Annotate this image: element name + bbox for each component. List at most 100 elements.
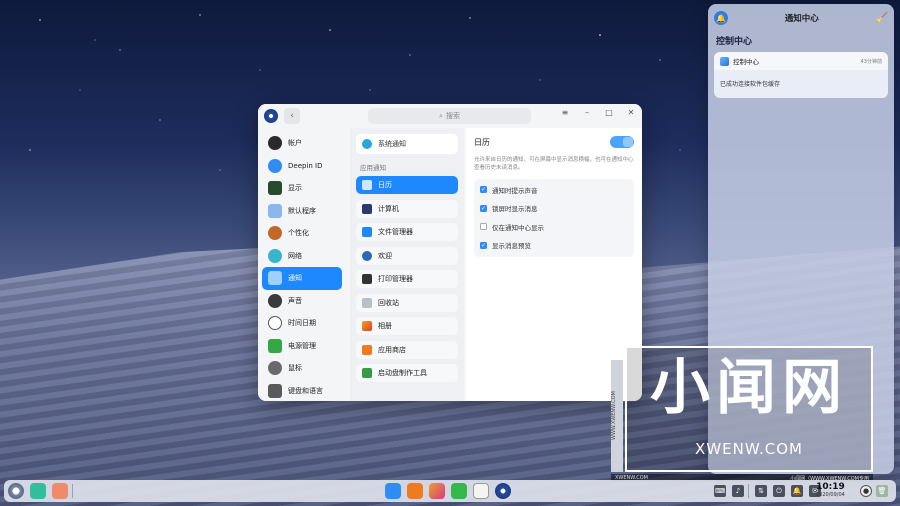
app-item-trash[interactable]: 回收站 (356, 293, 458, 312)
calendar-notify-toggle[interactable] (610, 136, 634, 148)
app-item-label: 计算机 (378, 204, 399, 213)
show-desktop-icon[interactable] (52, 483, 68, 499)
menu-icon[interactable]: ≡ (560, 108, 570, 117)
app-item-label: 启动盘制作工具 (378, 369, 427, 377)
palette-icon (268, 226, 282, 241)
sidebar-item-mouse[interactable]: 鼠标 (262, 357, 342, 380)
notification-app-list: 系统通知 应用通知 日历 计算机 文件管理器 欢迎 打印管理器 回收站 相册 应… (350, 128, 464, 401)
sidebar-item-deepin-id[interactable]: Deepin ID (262, 155, 342, 178)
maximize-button[interactable]: □ (604, 108, 614, 117)
app-item-label: 文件管理器 (378, 228, 413, 236)
monitor-icon (268, 181, 282, 196)
sidebar-item-label: Deepin ID (288, 161, 323, 170)
control-center-app-icon (720, 56, 729, 66)
option-label: 仅在通知中心显示 (492, 223, 544, 232)
sidebar-item-label: 时间日期 (288, 319, 316, 328)
notification-center-title: 通知中心 (784, 14, 819, 24)
calculator-icon (362, 203, 372, 214)
app-notify-section-label: 应用通知 (360, 164, 386, 172)
app-item-boot-maker[interactable]: 启动盘制作工具 (356, 364, 458, 382)
option-sound[interactable]: ✓ 通知时提示声音 (474, 181, 634, 200)
app-item-print-manager[interactable]: 打印管理器 (356, 270, 458, 288)
file-manager-dock-icon[interactable] (385, 483, 401, 499)
search-placeholder: 搜索 (445, 112, 460, 120)
notification-icon (268, 271, 282, 286)
battery-icon (268, 338, 282, 353)
sidebar-item-datetime[interactable]: 时间日期 (262, 312, 342, 335)
app-item-calendar[interactable]: 日历 (356, 176, 458, 194)
sidebar-item-label: 默认程序 (288, 206, 316, 215)
printer-icon (362, 274, 372, 284)
file-manager-icon (362, 227, 372, 237)
sidebar-item-personalization[interactable]: 个性化 (262, 222, 342, 245)
volume-tray-icon[interactable]: ♪ (732, 485, 744, 497)
system-notification-label: 系统通知 (378, 140, 406, 148)
usb-drive-icon (362, 368, 372, 378)
checkbox-unchecked-icon[interactable] (480, 223, 487, 231)
app-store-dock-icon[interactable] (407, 483, 423, 499)
app-item-file-manager[interactable]: 文件管理器 (356, 223, 458, 241)
sidebar-item-keyboard[interactable]: 键盘和语言 (262, 380, 342, 402)
notification-time: 43分钟前 (860, 58, 882, 65)
back-button[interactable]: ‹ (284, 108, 300, 124)
settings-sidebar: 帐户 Deepin ID 显示 默认程序 个性化 网络 通知 声音 时间日期 电… (258, 128, 346, 401)
search-input[interactable]: ⌕ 搜索 (368, 108, 531, 124)
detail-description: 允许来自日历的通知，可在屏幕中显示消息横幅，也可在通知中心查看历史未读消息。 (474, 157, 634, 172)
sidebar-item-default-apps[interactable]: 默认程序 (262, 200, 342, 223)
system-notification-item[interactable]: 系统通知 (356, 134, 458, 154)
keyboard-tray-icon[interactable]: ⌨ (714, 485, 726, 497)
watermark-url: XWENW.COM (695, 440, 803, 458)
clock-icon (268, 316, 282, 331)
multitask-view-icon[interactable] (30, 483, 46, 499)
app-item-album[interactable]: 相册 (356, 317, 458, 335)
downloader-dock-icon[interactable] (473, 483, 489, 499)
speaker-icon (268, 293, 282, 308)
mouse-icon (268, 361, 282, 376)
option-preview[interactable]: ✓ 显示消息预览 (474, 236, 634, 255)
trash-tray-icon[interactable]: 🗑 (876, 485, 888, 497)
sidebar-item-network[interactable]: 网络 (262, 245, 342, 268)
sidebar-item-accounts[interactable]: 帐户 (262, 132, 342, 155)
app-item-label: 回收站 (378, 298, 399, 307)
control-center-dock-icon[interactable] (495, 483, 511, 499)
user-avatar-icon[interactable]: ● (860, 485, 872, 497)
power-tray-icon[interactable]: ⏻ (773, 485, 785, 497)
default-apps-icon (268, 203, 282, 218)
sidebar-item-sound[interactable]: 声音 (262, 290, 342, 313)
watermark-logo-text: 小闻网 (650, 353, 848, 423)
network-tray-icon[interactable]: ⇅ (755, 485, 767, 497)
album-dock-icon[interactable] (429, 483, 445, 499)
clock-time: 10:19 (816, 482, 845, 492)
clock-widget[interactable]: 10:19 2020/09/04 (816, 482, 845, 498)
sidebar-item-notification[interactable]: 通知 (262, 267, 342, 290)
control-center-logo-icon (264, 109, 278, 123)
option-label: 锁屏时显示消息 (492, 205, 538, 214)
detail-title: 日历 (474, 137, 490, 147)
dock-separator (748, 484, 749, 498)
minimize-button[interactable]: – (582, 108, 592, 117)
option-center-only[interactable]: 仅在通知中心显示 (474, 218, 634, 237)
calendar-icon (362, 180, 372, 190)
app-item-welcome[interactable]: 欢迎 (356, 246, 458, 265)
sidebar-item-display[interactable]: 显示 (262, 177, 342, 200)
sidebar-item-power[interactable]: 电源管理 (262, 335, 342, 358)
launcher-icon[interactable] (8, 483, 24, 499)
notification-app-name: 控制中心 (733, 58, 759, 66)
close-button[interactable]: ✕ (626, 108, 636, 117)
checkbox-checked-icon[interactable]: ✓ (480, 241, 487, 249)
clear-all-broom-icon[interactable]: 🧹 (876, 13, 888, 24)
checkbox-checked-icon[interactable]: ✓ (480, 186, 487, 194)
notification-card[interactable]: 控制中心 43分钟前 已成功连接软件包缓存 (714, 52, 888, 98)
app-item-label: 应用商店 (378, 345, 406, 354)
notification-bell-tray-icon[interactable]: 🔔 (791, 485, 803, 497)
notify-options: ✓ 通知时提示声音 ✓ 锁屏时显示消息 仅在通知中心显示 ✓ 显示消息预览 (474, 178, 634, 257)
music-dock-icon[interactable] (451, 483, 467, 499)
app-item-label: 相册 (378, 322, 392, 330)
app-item-app-store[interactable]: 应用商店 (356, 340, 458, 359)
app-item-calculator[interactable]: 计算机 (356, 199, 458, 218)
app-item-label: 打印管理器 (378, 275, 413, 283)
checkbox-checked-icon[interactable]: ✓ (480, 204, 487, 212)
sidebar-item-label: 键盘和语言 (288, 386, 323, 395)
watermark-vertical-text: WWW.XWENW.COM (611, 360, 623, 472)
option-lockscreen[interactable]: ✓ 锁屏时显示消息 (474, 199, 634, 218)
